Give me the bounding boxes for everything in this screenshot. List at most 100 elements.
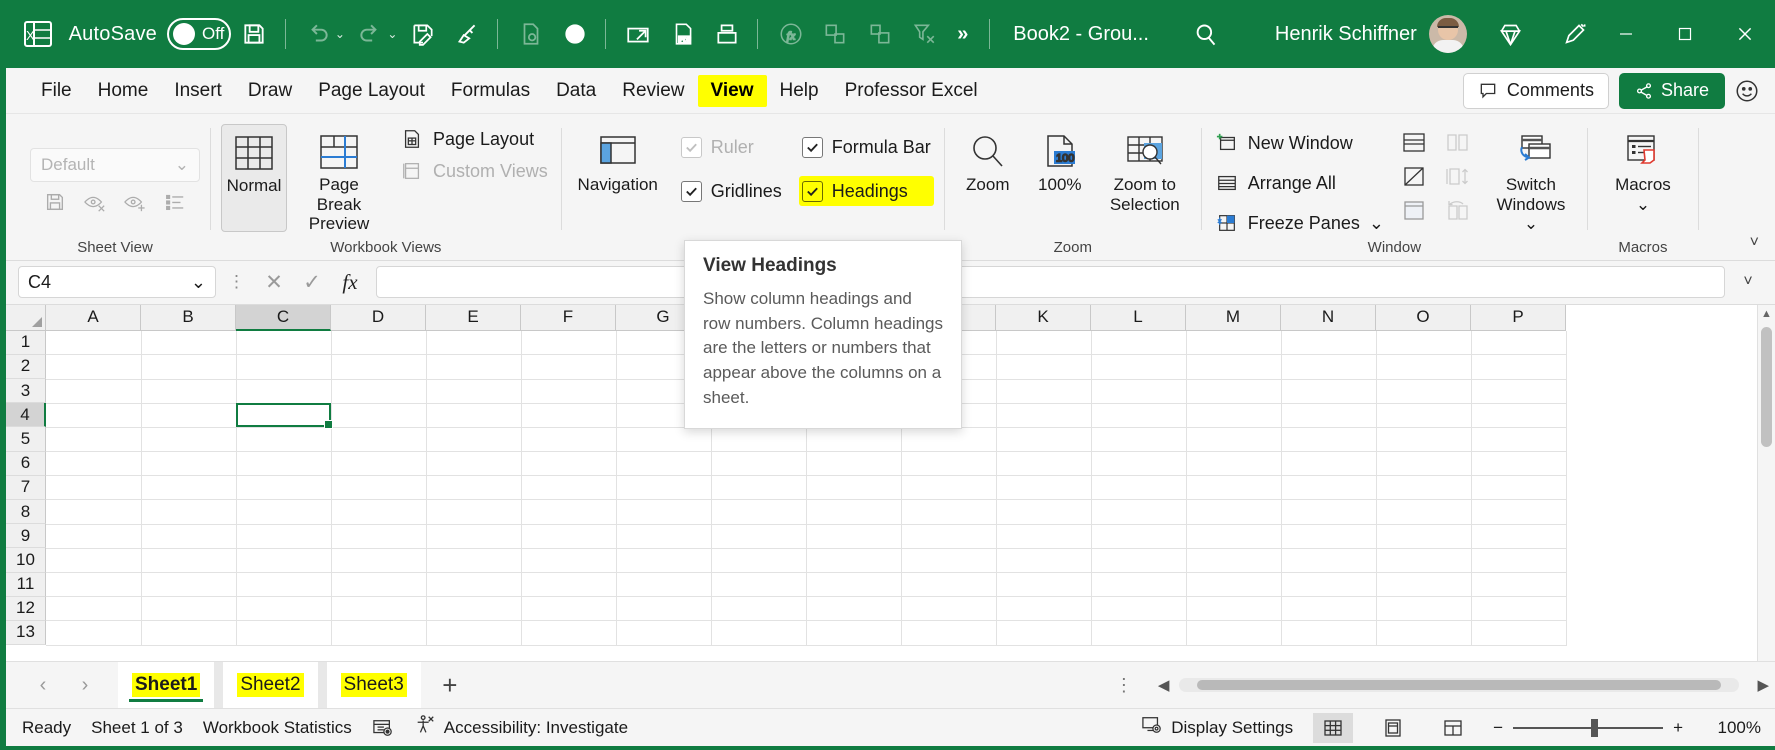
formula-bar-checkbox[interactable]	[801, 136, 823, 158]
cell-C10[interactable]	[236, 548, 332, 574]
cell-P3[interactable]	[1471, 379, 1567, 404]
row-header-5[interactable]: 5	[6, 427, 46, 452]
column-header-N[interactable]: N	[1281, 304, 1376, 331]
cell-C12[interactable]	[236, 596, 332, 622]
export-pdf-icon[interactable]: PDF	[662, 12, 704, 56]
cell-D12[interactable]	[331, 596, 427, 622]
cell-J10[interactable]	[901, 548, 997, 574]
cell-N2[interactable]	[1281, 354, 1377, 380]
cell-E5[interactable]	[426, 427, 522, 453]
cell-H6[interactable]	[711, 451, 807, 477]
pen-icon[interactable]	[1553, 12, 1595, 56]
cell-H12[interactable]	[711, 596, 807, 622]
new-window-button[interactable]: New Window	[1212, 128, 1387, 158]
cell-G9[interactable]	[616, 524, 712, 549]
cell-P2[interactable]	[1471, 354, 1567, 380]
cell-O13[interactable]	[1376, 620, 1472, 646]
diamond-icon[interactable]	[1489, 12, 1531, 56]
close-button[interactable]	[1715, 0, 1775, 68]
grid-row[interactable]	[46, 620, 1567, 646]
cell-A9[interactable]	[46, 524, 142, 549]
headings-checkbox[interactable]	[801, 180, 823, 202]
cell-N8[interactable]	[1281, 499, 1377, 525]
cell-E9[interactable]	[426, 524, 522, 549]
cell-H8[interactable]	[711, 499, 807, 525]
cell-L2[interactable]	[1091, 354, 1187, 380]
cell-P8[interactable]	[1471, 499, 1567, 525]
cell-I10[interactable]	[806, 548, 902, 574]
display-settings-button[interactable]: Display Settings	[1141, 715, 1293, 740]
cell-G5[interactable]	[616, 427, 712, 453]
tab-file[interactable]: File	[28, 75, 85, 107]
row-header-1[interactable]: 1	[6, 330, 46, 355]
column-header-M[interactable]: M	[1186, 304, 1281, 331]
save-icon[interactable]	[233, 12, 275, 56]
gridlines-checkbox-row[interactable]: Gridlines	[678, 176, 785, 206]
cell-I7[interactable]	[806, 475, 902, 501]
column-header-P[interactable]: P	[1471, 304, 1566, 331]
cell-K2[interactable]	[996, 354, 1092, 380]
cell-J5[interactable]	[901, 427, 997, 453]
column-header-B[interactable]: B	[141, 304, 236, 331]
cell-G7[interactable]	[616, 475, 712, 501]
active-cell-selection[interactable]	[236, 403, 333, 430]
cell-E13[interactable]	[426, 620, 522, 646]
cell-N13[interactable]	[1281, 620, 1377, 646]
cell-A12[interactable]	[46, 596, 142, 622]
scroll-up-arrow[interactable]: ▲	[1761, 305, 1772, 323]
chevron-down-icon[interactable]: ⌄	[1636, 195, 1650, 215]
cell-K8[interactable]	[996, 499, 1092, 525]
zoom-button[interactable]: Zoom	[955, 124, 1021, 200]
cell-D9[interactable]	[331, 524, 427, 549]
record-macro-icon[interactable]	[554, 12, 596, 56]
cell-B10[interactable]	[141, 548, 237, 574]
cell-L7[interactable]	[1091, 475, 1187, 501]
cell-P9[interactable]	[1471, 524, 1567, 549]
page-layout-status-button[interactable]	[1373, 713, 1413, 743]
cell-K5[interactable]	[996, 427, 1092, 453]
cell-O12[interactable]	[1376, 596, 1472, 622]
cell-J8[interactable]	[901, 499, 997, 525]
cell-P13[interactable]	[1471, 620, 1567, 646]
cell-B9[interactable]	[141, 524, 237, 549]
status-workbook-statistics[interactable]: Workbook Statistics	[203, 718, 352, 738]
cell-F2[interactable]	[521, 354, 617, 380]
grid-row[interactable]	[46, 427, 1567, 453]
comments-button[interactable]: Comments	[1462, 72, 1609, 109]
cell-K1[interactable]	[996, 330, 1092, 356]
cell-C8[interactable]	[236, 499, 332, 525]
cell-K12[interactable]	[996, 596, 1092, 622]
headings-checkbox-row[interactable]: Headings	[798, 176, 934, 206]
cell-P1[interactable]	[1471, 330, 1567, 356]
column-header-A[interactable]: A	[46, 304, 141, 331]
row-header-6[interactable]: 6	[6, 451, 46, 476]
cell-O2[interactable]	[1376, 354, 1472, 380]
cell-C3[interactable]	[236, 379, 332, 404]
cell-F1[interactable]	[521, 330, 617, 356]
cell-P7[interactable]	[1471, 475, 1567, 501]
cell-O4[interactable]	[1376, 403, 1472, 428]
formula-input[interactable]	[376, 266, 1725, 299]
cell-A2[interactable]	[46, 354, 142, 380]
cell-M9[interactable]	[1186, 524, 1282, 549]
cell-M6[interactable]	[1186, 451, 1282, 477]
cell-M10[interactable]	[1186, 548, 1282, 574]
row-header-8[interactable]: 8	[6, 499, 46, 525]
cell-O10[interactable]	[1376, 548, 1472, 574]
horizontal-scrollbar[interactable]	[1179, 678, 1740, 692]
grid-row[interactable]	[46, 572, 1567, 598]
cell-M4[interactable]	[1186, 403, 1282, 428]
tab-help[interactable]: Help	[767, 75, 832, 107]
cell-H5[interactable]	[711, 427, 807, 453]
tab-professor-excel[interactable]: Professor Excel	[832, 75, 991, 107]
sheet-view-options-icon[interactable]	[163, 190, 187, 214]
cell-B4[interactable]	[141, 403, 237, 428]
cell-A10[interactable]	[46, 548, 142, 574]
cell-D6[interactable]	[331, 451, 427, 477]
tab-insert[interactable]: Insert	[161, 75, 235, 107]
grid-row[interactable]	[46, 451, 1567, 477]
search-icon[interactable]	[1179, 21, 1233, 48]
cell-N6[interactable]	[1281, 451, 1377, 477]
cell-E11[interactable]	[426, 572, 522, 598]
exit-sheet-view-icon[interactable]	[83, 190, 107, 214]
